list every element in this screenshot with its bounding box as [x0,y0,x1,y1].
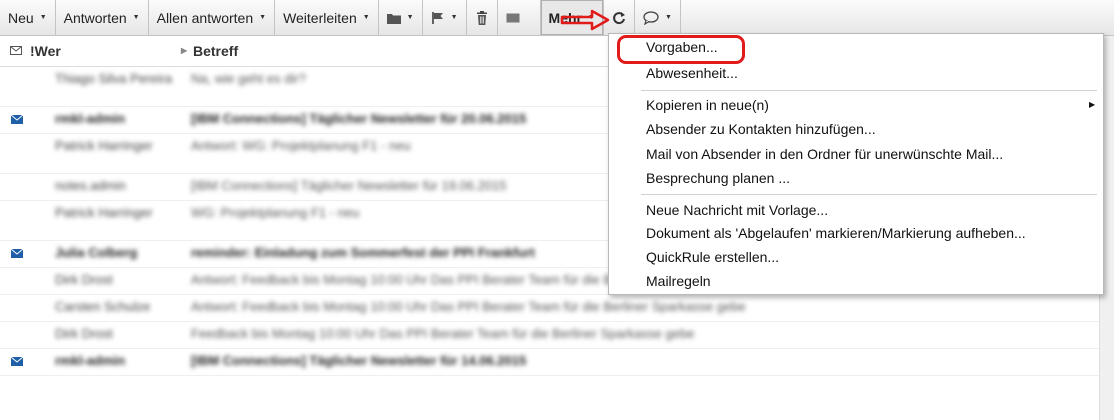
folder-icon [386,13,401,24]
menu-item-add-sender-contacts[interactable]: Absender zu Kontakten hinzufügen... [646,121,876,137]
message-sender: Julia Colberg [55,245,138,260]
chevron-down-icon: ▼ [406,14,414,21]
message-sender: rmkl-admin [55,353,126,368]
annotation-arrow-icon [560,9,610,31]
toolbar: Neu ▼ Antworten ▼ Allen antworten ▼ Weit… [0,0,1114,36]
chevron-down-icon: ▼ [450,14,458,21]
mark-button[interactable] [498,0,541,35]
table-row[interactable]: Carsten Schulze Antwort: Feedback bis Mo… [0,295,1114,322]
envelope-icon [10,46,22,55]
menu-item-new-from-template[interactable]: Neue Nachricht mit Vorlage... [646,202,828,218]
unread-envelope-icon [11,115,23,124]
message-sender: Thiago Silva Pereira [55,71,173,86]
chevron-down-icon: ▼ [664,14,672,21]
message-sender: Dirk Drost [55,326,113,341]
chevron-down-icon: ▼ [259,14,267,21]
folder-button[interactable]: ▼ [379,0,423,35]
message-sender: Patrick Harringer [55,205,153,220]
annotation-highlight-box [617,35,745,64]
flag-button[interactable]: ▼ [423,0,467,35]
menu-item-mail-rules[interactable]: Mailregeln [646,273,711,289]
message-subject: [IBM Connections] Täglicher Newsletter f… [191,353,527,368]
sort-triangle-icon[interactable]: ▶ [181,46,187,55]
message-subject: Antwort: Feedback bis Montag 10:00 Uhr D… [191,299,746,314]
forward-label: Weiterleiten [283,9,357,26]
more-dropdown-menu: Vorgaben... Abwesenheit... Kopieren in n… [608,33,1104,295]
reply-button[interactable]: Antworten ▼ [56,0,149,35]
new-button[interactable]: Neu ▼ [0,0,56,35]
message-sender: rmkl-admin [55,111,126,126]
new-label: Neu [8,9,34,26]
message-sender: notes.admin [55,178,126,193]
reply-all-button[interactable]: Allen antworten ▼ [149,0,276,35]
refresh-icon [613,11,625,24]
unread-envelope-icon [11,249,23,258]
chevron-down-icon: ▼ [132,14,140,21]
message-subject: Feedback bis Montag 10:00 Uhr Das PPI Be… [191,326,695,341]
submenu-arrow-icon: ▶ [1089,100,1096,109]
chat-button[interactable]: ▼ [635,0,681,35]
menu-item-create-quickrule[interactable]: QuickRule erstellen... [646,249,779,265]
menu-item-mark-expired[interactable]: Dokument als 'Abgelaufen' markieren/Mark… [646,225,1026,241]
trash-icon [476,10,487,25]
unread-envelope-icon [11,357,23,366]
reply-all-label: Allen antworten [156,9,254,26]
message-sender: Patrick Harringer [55,138,153,153]
delete-button[interactable] [467,0,498,35]
table-row[interactable]: Dirk Drost Feedback bis Montag 10:00 Uhr… [0,322,1114,349]
flag-icon [431,11,443,24]
menu-item-move-sender-junk[interactable]: Mail von Absender in den Ordner für uner… [646,146,1003,162]
column-who[interactable]: !Wer [30,43,61,59]
reply-label: Antworten [63,9,127,26]
chat-bubble-icon [643,10,659,25]
envelope-icon [506,13,520,22]
chevron-down-icon: ▼ [39,14,47,21]
chevron-down-icon: ▼ [362,14,370,21]
table-row[interactable]: rmkl-admin [IBM Connections] Täglicher N… [0,349,1114,376]
menu-separator [641,194,1097,195]
column-subject[interactable]: Betreff [193,43,238,59]
message-sender: Dirk Drost [55,272,113,287]
forward-button[interactable]: Weiterleiten ▼ [275,0,379,35]
message-sender: Carsten Schulze [55,299,151,314]
menu-item-copy-into-new[interactable]: Kopieren in neue(n) [646,97,769,113]
menu-separator [641,90,1097,91]
menu-item-schedule-meeting[interactable]: Besprechung planen ... [646,170,790,186]
menu-item-out-of-office[interactable]: Abwesenheit... [646,65,738,81]
